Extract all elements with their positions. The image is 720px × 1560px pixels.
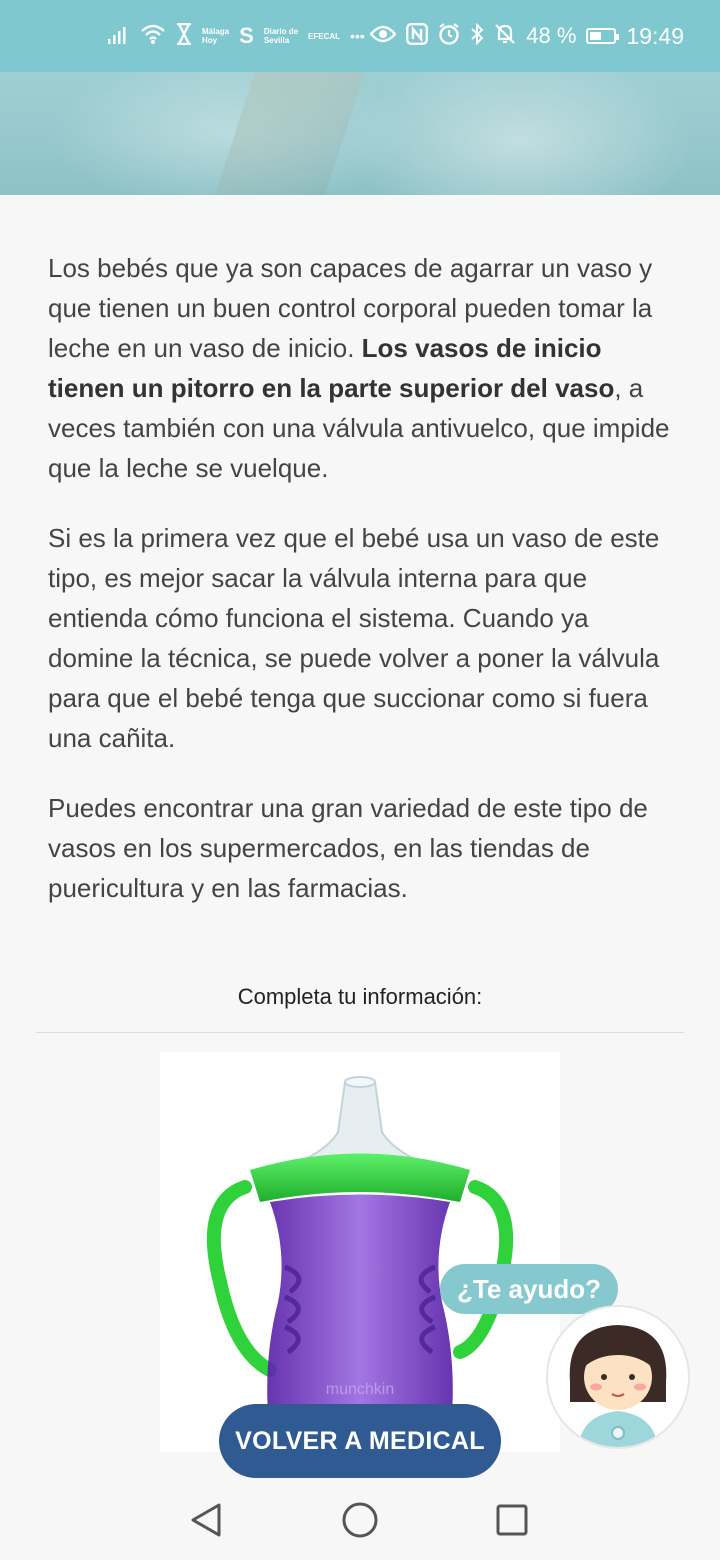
divider [36,1032,684,1033]
home-circle-icon[interactable] [320,1480,400,1560]
status-right-icons: 48 % 19:49 [369,22,684,49]
news-app-icon: EFECAL [308,31,341,41]
back-to-medical-button[interactable]: VOLVER A MEDICAL [219,1404,501,1478]
article-body: Los bebés que ya son capaces de agarrar … [48,248,678,938]
battery-icon [586,28,620,44]
article-paragraph-3: Puedes encontrar una gran variedad de es… [48,793,648,903]
mute-icon [494,23,516,49]
recents-square-icon[interactable] [472,1480,552,1560]
help-bubble[interactable]: ¿Te ayudo? [440,1264,618,1314]
battery-percentage: 48 % [526,23,577,48]
s-app-icon: S [239,23,254,48]
bluetooth-icon [470,22,484,49]
girl-avatar-icon [569,1325,667,1447]
wifi-icon [140,23,166,49]
hourglass-icon [176,22,192,49]
back-triangle-icon[interactable] [166,1480,246,1560]
article-hero-image [0,72,720,195]
status-bar: Málaga Hoy S Diario de Sevilla EFECAL ••… [0,0,720,72]
alarm-icon [438,23,460,49]
article-paragraph-1: Los bebés que ya son capaces de agarrar … [48,248,678,488]
signal-icon [108,24,130,48]
news-app-icon: Málaga Hoy [202,27,230,45]
eye-icon [369,25,397,47]
sippy-cup-image: munchkin [160,1052,560,1452]
nfc-icon [406,23,429,49]
complete-info-title: Completa tu información: [237,984,483,1009]
more-icon: ••• [350,28,365,44]
clock: 19:49 [626,22,684,49]
article-paragraph-2: Si es la primera vez que el bebé usa un … [48,523,660,753]
assistant-avatar[interactable] [546,1305,690,1449]
status-left-icons: Málaga Hoy S Diario de Sevilla EFECAL ••… [108,22,365,49]
sippy-cup-illustration: munchkin [206,1076,514,1452]
news-app-icon: Diario de Sevilla [263,27,299,45]
cup-brand-text: munchkin [326,1381,394,1398]
hero-image-detail [215,72,365,195]
system-nav-bar [0,1480,720,1560]
